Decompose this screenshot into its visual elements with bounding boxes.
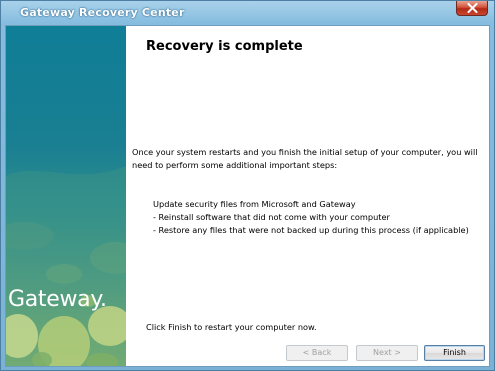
- list-item: - Restore any files that were not backed…: [153, 225, 469, 235]
- side-panel: Gateway.: [6, 26, 126, 366]
- close-button[interactable]: [456, 1, 488, 16]
- gateway-logo: Gateway.: [8, 287, 107, 312]
- title-bar[interactable]: Gateway Recovery Center: [1, 1, 494, 25]
- close-icon: [467, 3, 478, 13]
- page-title: Recovery is complete: [146, 39, 303, 54]
- back-button[interactable]: < Back: [286, 345, 348, 361]
- finish-instruction: Click Finish to restart your computer no…: [146, 322, 317, 332]
- finish-button[interactable]: Finish: [424, 345, 485, 361]
- wizard-content: Gateway. Recovery is complete Once your …: [5, 25, 490, 367]
- steps-list: Update security files from Microsoft and…: [153, 198, 469, 237]
- next-button[interactable]: Next >: [356, 345, 418, 361]
- list-item: Update security files from Microsoft and…: [153, 199, 356, 209]
- recovery-window: Gateway Recovery Center Gateway. Recover…: [0, 0, 495, 371]
- window-title: Gateway Recovery Center: [20, 6, 185, 19]
- intro-text: Once your system restarts and you finish…: [132, 147, 478, 170]
- list-item: - Reinstall software that did not come w…: [153, 212, 390, 222]
- side-panel-artwork: [6, 166, 126, 366]
